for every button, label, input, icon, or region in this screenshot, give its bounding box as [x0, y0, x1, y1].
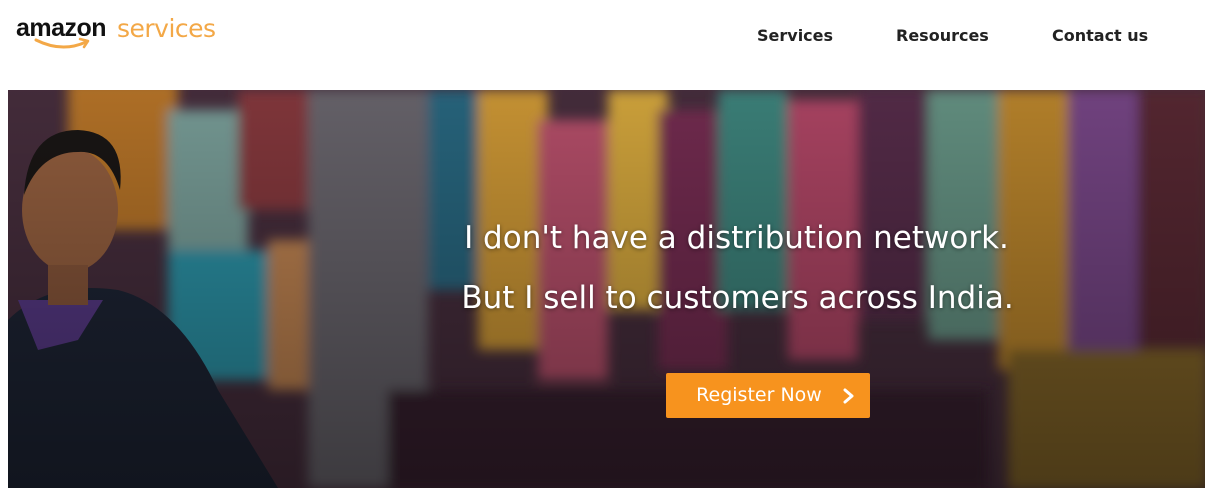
nav-contact-us[interactable]: Contact us	[1052, 26, 1148, 45]
site-header: amazon services Services Resources Conta…	[0, 0, 1205, 90]
nav-services[interactable]: Services	[757, 26, 833, 45]
hero-headline-line1: I don't have a distribution network.	[464, 220, 1009, 256]
hero-banner: I don't have a distribution network. But…	[8, 90, 1205, 488]
logo-word-services: services	[117, 14, 216, 43]
nav-resources[interactable]: Resources	[896, 26, 989, 45]
amazon-services-logo[interactable]: amazon services	[16, 14, 236, 54]
register-now-button[interactable]: Register Now	[666, 373, 870, 418]
amazon-smile-icon	[34, 37, 90, 49]
chevron-right-icon	[843, 388, 854, 404]
register-now-label: Register Now	[696, 384, 822, 406]
hero-headline-line2: But I sell to customers across India.	[461, 280, 1014, 316]
